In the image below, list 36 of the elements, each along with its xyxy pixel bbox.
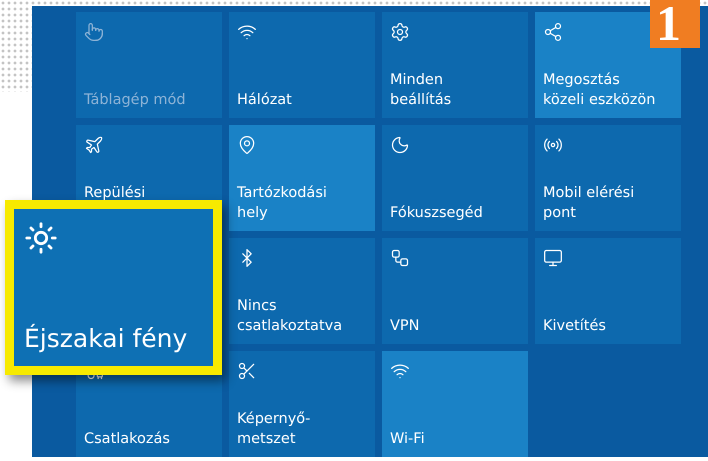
share-icon bbox=[543, 22, 563, 42]
quick-action-tile[interactable]: Fókuszsegéd bbox=[382, 125, 528, 231]
nodes-icon bbox=[390, 248, 410, 268]
tile-label: Repülési bbox=[84, 184, 146, 203]
tile-label: Képernyő- metszet bbox=[237, 410, 310, 449]
tile-label: Megosztás közeli eszközön bbox=[543, 71, 656, 110]
airplane-icon bbox=[84, 135, 104, 155]
quick-action-tile[interactable]: Képernyő- metszet bbox=[229, 351, 375, 457]
quick-action-tile[interactable]: Hálózat bbox=[229, 12, 375, 118]
quick-action-tile[interactable]: Kivetítés bbox=[535, 238, 681, 344]
sun-icon bbox=[24, 221, 58, 255]
step-number-badge: 1 bbox=[650, 0, 700, 48]
tile-label: Táblagép mód bbox=[84, 91, 186, 110]
tile-label: Csatlakozás bbox=[84, 430, 170, 449]
settings-icon bbox=[390, 22, 410, 42]
tile-label: Nincs csatlakoztatva bbox=[237, 297, 342, 336]
scissors-icon bbox=[237, 361, 257, 381]
moon-icon bbox=[390, 135, 410, 155]
tile-label: Hálózat bbox=[237, 91, 292, 110]
monitor-icon bbox=[543, 248, 563, 268]
quick-action-tile[interactable]: VPN bbox=[382, 238, 528, 344]
tile-label: Tartózkodási hely bbox=[237, 184, 327, 223]
tile-label: Wi-Fi bbox=[390, 430, 425, 449]
tile-label: Fókuszsegéd bbox=[390, 204, 483, 223]
quick-action-tile[interactable]: Minden beállítás bbox=[382, 12, 528, 118]
tile-label: Minden beállítás bbox=[390, 71, 452, 110]
quick-action-tile[interactable]: Wi-Fi bbox=[382, 351, 528, 457]
tile-label: Kivetítés bbox=[543, 317, 606, 336]
quick-action-tile[interactable]: Tartózkodási hely bbox=[229, 125, 375, 231]
quick-action-tile[interactable]: Mobil elérési pont bbox=[535, 125, 681, 231]
hand-pointer-icon bbox=[84, 22, 104, 42]
tile-label: Mobil elérési pont bbox=[543, 184, 634, 223]
quick-action-tile[interactable]: Nincs csatlakoztatva bbox=[229, 238, 375, 344]
callout-label: Éjszakai fény bbox=[24, 324, 188, 354]
tile-label: VPN bbox=[390, 317, 420, 336]
map-pin-icon bbox=[237, 135, 257, 155]
